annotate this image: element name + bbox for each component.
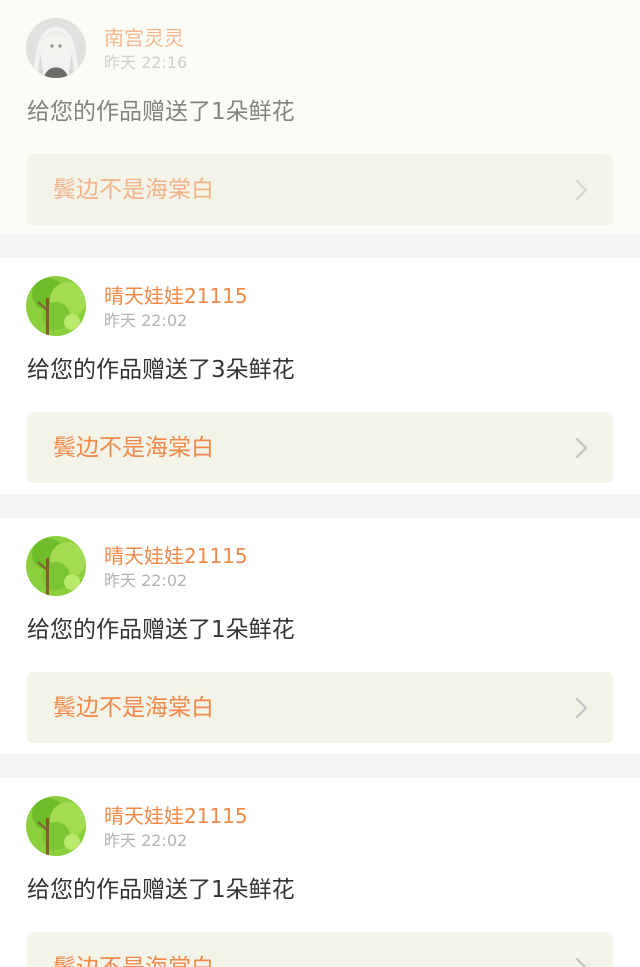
notification-card: 南宫灵灵 昨天 22:16 给您的作品赠送了1朵鲜花 鬓边不是海棠白 [0,0,640,234]
timestamp: 昨天 22:02 [104,571,188,590]
green-tree-avatar-icon [26,536,86,596]
notification-card: 晴天娃娃21115 昨天 22:02 给您的作品赠送了1朵鲜花 鬓边不是海棠白 [0,778,640,967]
chevron-right-icon [575,697,589,719]
work-link-button[interactable]: 鬓边不是海棠白 [27,932,613,967]
anime-girl-avatar-icon [26,18,86,78]
timestamp: 昨天 22:02 [104,831,188,850]
timestamp: 昨天 22:02 [104,311,188,330]
notification-card: 晴天娃娃21115 昨天 22:02 给您的作品赠送了1朵鲜花 鬓边不是海棠白 [0,518,640,754]
work-link-button[interactable]: 鬓边不是海棠白 [27,672,613,743]
gift-message: 给您的作品赠送了1朵鲜花 [27,99,295,125]
gift-message: 给您的作品赠送了3朵鲜花 [27,357,295,383]
work-title: 鬓边不是海棠白 [53,695,214,721]
username[interactable]: 晴天娃娃21115 [104,804,248,828]
chevron-right-icon [575,179,589,201]
notification-card: 晴天娃娃21115 昨天 22:02 给您的作品赠送了3朵鲜花 鬓边不是海棠白 [0,258,640,494]
work-title: 鬓边不是海棠白 [53,177,214,203]
work-title: 鬓边不是海棠白 [53,952,214,967]
gift-message: 给您的作品赠送了1朵鲜花 [27,877,295,903]
username[interactable]: 晴天娃娃21115 [104,544,248,568]
gift-message: 给您的作品赠送了1朵鲜花 [27,617,295,643]
avatar[interactable] [26,276,86,336]
avatar[interactable] [26,536,86,596]
chevron-right-icon [575,957,589,967]
avatar[interactable] [26,796,86,856]
green-tree-avatar-icon [26,796,86,856]
notification-feed: 南宫灵灵 昨天 22:16 给您的作品赠送了1朵鲜花 鬓边不是海棠白 晴天娃娃2… [0,0,640,967]
avatar[interactable] [26,18,86,78]
work-link-button[interactable]: 鬓边不是海棠白 [27,412,613,483]
green-tree-avatar-icon [26,276,86,336]
username[interactable]: 南宫灵灵 [104,26,184,50]
username[interactable]: 晴天娃娃21115 [104,284,248,308]
work-link-button[interactable]: 鬓边不是海棠白 [27,154,613,225]
work-title: 鬓边不是海棠白 [53,435,214,461]
chevron-right-icon [575,437,589,459]
timestamp: 昨天 22:16 [104,53,188,72]
